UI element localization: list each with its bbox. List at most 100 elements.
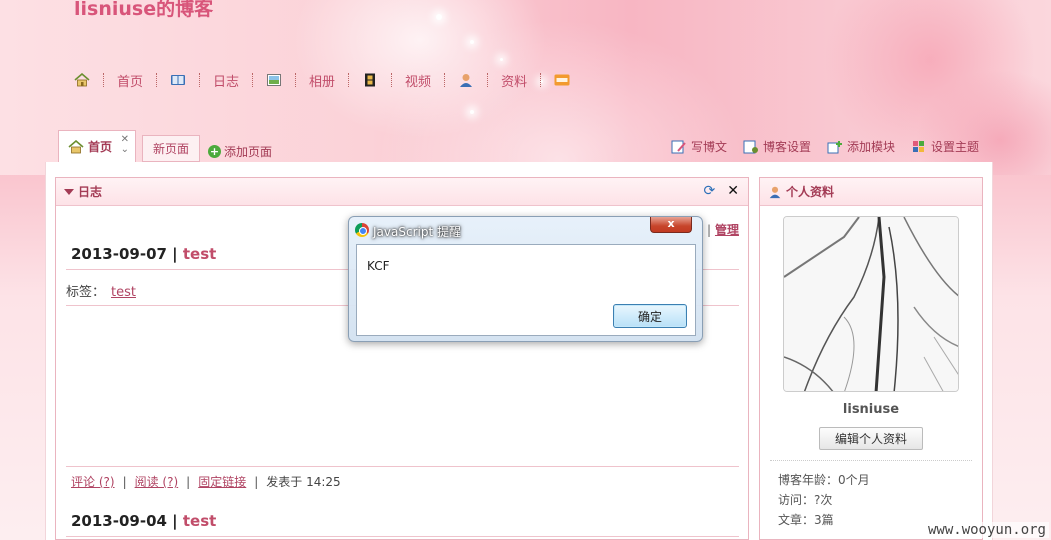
- blog-settings-label: 博客设置: [762, 140, 811, 154]
- posted-time: 发表于 14:25: [266, 475, 341, 489]
- set-theme-label: 设置主题: [930, 140, 979, 154]
- nav-label: 首页: [117, 74, 144, 90]
- nav-separator: [391, 73, 393, 87]
- nav-item-rss[interactable]: [554, 73, 583, 87]
- add-module-button[interactable]: 添加模块: [827, 138, 895, 155]
- visit-count: 访问：?次: [778, 493, 833, 507]
- manage-link[interactable]: 管理: [715, 223, 739, 237]
- nav-item-profile[interactable]: 资料: [458, 71, 540, 90]
- diary-panel-title: 日志: [78, 185, 103, 199]
- nav-item-diary[interactable]: 日志: [170, 71, 252, 90]
- nav-separator: [295, 73, 297, 87]
- separator: |: [254, 475, 259, 489]
- watermark: www.wooyun.org: [924, 522, 1049, 538]
- profile-panel: 个人资料 lisniuse 编辑个人资料 博客年龄：0个月 访问：?次 文章：3…: [759, 177, 983, 540]
- set-theme-button[interactable]: 设置主题: [911, 138, 979, 155]
- divider: [66, 466, 739, 467]
- tag-link[interactable]: test: [111, 285, 136, 300]
- nav-item-album[interactable]: 相册: [266, 71, 348, 90]
- nav-label: 视频: [405, 74, 432, 90]
- separator: |: [122, 475, 127, 489]
- diary-panel-header: 日志 ⟳ ✕: [56, 178, 748, 206]
- nav-separator: [252, 73, 254, 87]
- diary-manage: | 管理: [707, 221, 739, 238]
- divider: [770, 460, 972, 461]
- tab-label: 首页: [88, 140, 113, 154]
- edit-profile-button[interactable]: 编辑个人资料: [819, 427, 923, 450]
- profile-panel-header: 个人资料: [760, 178, 982, 206]
- sparkle-decoration: [500, 58, 503, 61]
- tab-controls: ✕ ⌄: [121, 135, 129, 155]
- article-count: 文章：3篇: [778, 513, 834, 527]
- ok-button[interactable]: 确定: [613, 304, 687, 328]
- blog-age: 博客年龄：0个月: [778, 473, 870, 487]
- tab-menu-icon[interactable]: ⌄: [121, 145, 129, 155]
- nav-separator: [444, 73, 446, 87]
- rss-icon: [554, 74, 570, 86]
- write-post-label: 写博文: [690, 140, 727, 154]
- dialog-title: JavaScript 提醒: [373, 225, 461, 239]
- dialog-close-button[interactable]: x: [650, 217, 692, 233]
- profile-username[interactable]: lisniuse: [760, 402, 982, 417]
- divider: [66, 536, 739, 537]
- entry-footer: 评论 (?) | 阅读 (?) | 固定链接 | 发表于 14:25: [71, 473, 341, 490]
- separator: |: [186, 475, 191, 489]
- add-module-icon: [827, 140, 842, 153]
- chrome-icon: [355, 223, 369, 237]
- close-icon[interactable]: ✕: [727, 184, 739, 198]
- book-icon: [171, 75, 186, 85]
- theme-palette-icon: [912, 140, 924, 152]
- entry-date: 2013-09-04: [71, 512, 167, 530]
- profile-stats: 博客年龄：0个月 访问：?次 文章：3篇: [778, 470, 870, 530]
- reads-link[interactable]: 阅读 (?): [135, 475, 179, 489]
- blog-toolbar: 写博文 博客设置 添加模块 设置主题: [655, 138, 979, 155]
- entry-title: 2013-09-07 | test: [71, 245, 217, 263]
- nav-label: 相册: [309, 74, 336, 90]
- film-icon: [365, 73, 376, 87]
- entry-title-link[interactable]: test: [183, 512, 216, 530]
- avatar[interactable]: [783, 216, 959, 392]
- tags-label: 标签：: [66, 285, 106, 300]
- add-module-label: 添加模块: [846, 140, 895, 154]
- settings-doc-icon: [743, 140, 758, 153]
- dialog-message: KCF: [367, 259, 390, 273]
- nav-item-homepage[interactable]: 首页: [117, 71, 156, 90]
- nav-label: 资料: [501, 74, 528, 90]
- nav-item-home[interactable]: [74, 73, 103, 87]
- user-icon: [769, 186, 781, 198]
- avatar-sketch: [784, 217, 958, 391]
- collapse-icon[interactable]: [64, 188, 74, 195]
- javascript-alert-dialog: JavaScript 提醒 x KCF 确定: [348, 216, 703, 342]
- blog-title[interactable]: lisniuse的博客: [74, 0, 213, 21]
- blog-settings-button[interactable]: 博客设置: [743, 138, 811, 155]
- page-tabs: 首页 ✕ ⌄ 新页面 + 添加页面: [58, 130, 272, 162]
- nav-separator: [348, 73, 350, 87]
- refresh-icon[interactable]: ⟳: [704, 184, 716, 198]
- user-icon: [460, 74, 473, 87]
- nav-separator: [540, 73, 542, 87]
- nav-label: 日志: [213, 74, 240, 90]
- tab-new-page[interactable]: 新页面: [142, 135, 200, 162]
- profile-panel-title: 个人资料: [786, 185, 835, 199]
- add-page-label: 添加页面: [224, 144, 273, 159]
- entry-title-link[interactable]: test: [183, 245, 216, 263]
- picture-icon: [267, 74, 282, 86]
- edit-doc-icon: [671, 140, 686, 153]
- sparkle-decoration: [436, 14, 442, 20]
- nav-separator: [156, 73, 158, 87]
- comments-link[interactable]: 评论 (?): [71, 475, 115, 489]
- home-icon: [68, 139, 84, 153]
- sparkle-decoration: [470, 40, 474, 44]
- panel-controls: ⟳ ✕: [704, 184, 739, 198]
- nav-item-video[interactable]: 视频: [362, 71, 444, 90]
- main-nav: 首页 日志 相册 视频 资料: [74, 70, 583, 90]
- nav-separator: [199, 73, 201, 87]
- entry-title: 2013-09-04 | test: [71, 512, 217, 530]
- home-icon: [74, 73, 90, 87]
- entry-date: 2013-09-07: [71, 245, 167, 263]
- write-post-button[interactable]: 写博文: [671, 138, 727, 155]
- tab-homepage[interactable]: 首页 ✕ ⌄: [58, 130, 136, 162]
- permalink-link[interactable]: 固定链接: [198, 475, 246, 489]
- separator: |: [706, 223, 711, 237]
- add-page-button[interactable]: + 添加页面: [208, 140, 272, 162]
